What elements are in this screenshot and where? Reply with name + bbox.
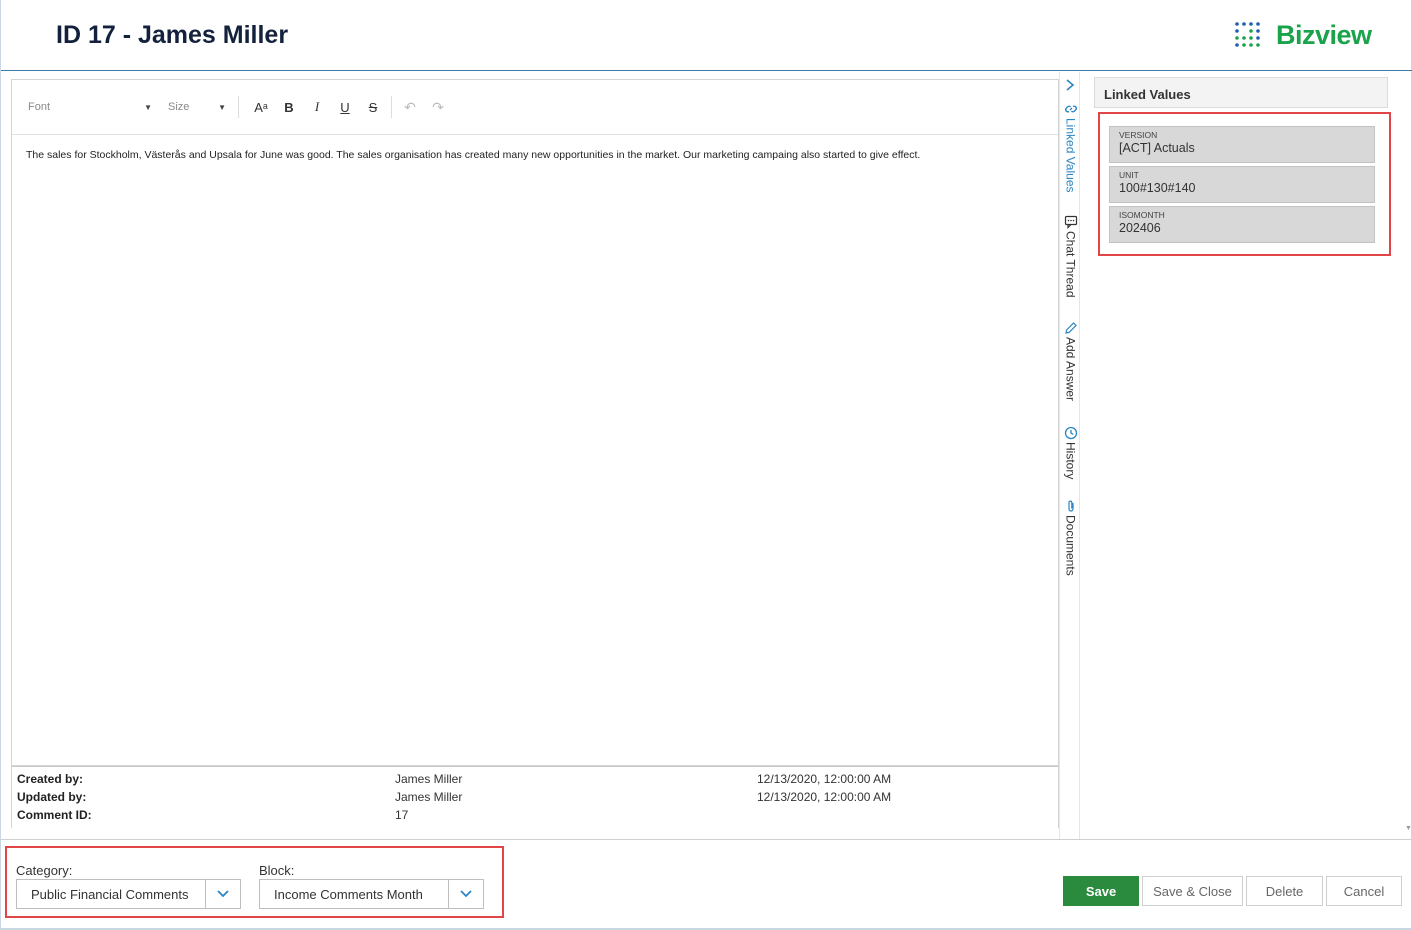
created-by-name: James Miller bbox=[395, 772, 463, 786]
linked-values-panel: Linked Values VERSION [ACT] Actuals UNIT… bbox=[1094, 77, 1391, 837]
linked-value-value: 100#130#140 bbox=[1119, 181, 1196, 195]
created-date: 12/13/2020, 12:00:00 AM bbox=[757, 772, 892, 786]
linked-value-value: [ACT] Actuals bbox=[1119, 141, 1195, 155]
linked-value-label: UNIT bbox=[1119, 170, 1139, 180]
tab-label: History bbox=[1063, 442, 1078, 480]
size-select-label: Size bbox=[168, 101, 190, 113]
tab-chat-thread[interactable]: Chat Thread bbox=[1060, 215, 1081, 298]
font-color-button[interactable]: Aᵃ bbox=[247, 100, 275, 115]
undo-button[interactable]: ↶ bbox=[396, 99, 424, 116]
linked-value-label: ISOMONTH bbox=[1119, 210, 1165, 220]
tab-linked-values[interactable]: Linked Values bbox=[1060, 102, 1081, 193]
comment-meta: Created by: James Miller 12/13/2020, 12:… bbox=[11, 766, 1059, 828]
toolbar-divider bbox=[391, 96, 392, 118]
created-by-label: Created by: bbox=[17, 772, 84, 786]
footer-divider bbox=[1, 839, 1412, 840]
caret-down-icon: ▼ bbox=[144, 102, 152, 112]
block-value: Income Comments Month bbox=[274, 887, 423, 902]
caret-down-icon: ▼ bbox=[218, 102, 226, 112]
italic-button[interactable]: I bbox=[303, 99, 331, 115]
category-label: Category: bbox=[16, 863, 73, 878]
linked-values-highlight: VERSION [ACT] Actuals UNIT 100#130#140 I… bbox=[1098, 112, 1391, 256]
paperclip-icon bbox=[1067, 500, 1074, 512]
comment-id-label: Comment ID: bbox=[17, 808, 92, 822]
tab-label: Linked Values bbox=[1063, 118, 1078, 193]
strikethrough-button[interactable]: S bbox=[359, 100, 387, 115]
linked-value-unit: UNIT 100#130#140 bbox=[1109, 166, 1375, 203]
link-icon bbox=[1064, 105, 1077, 113]
updated-by-label: Updated by: bbox=[17, 790, 87, 804]
updated-by-name: James Miller bbox=[395, 790, 463, 804]
page-title: ID 17 - James Miller bbox=[56, 21, 289, 49]
tab-label: Documents bbox=[1063, 515, 1078, 576]
category-value: Public Financial Comments bbox=[31, 887, 189, 902]
comment-id-value: 17 bbox=[395, 808, 409, 822]
block-dropdown-button[interactable] bbox=[448, 880, 483, 908]
chevron-right-icon[interactable] bbox=[1063, 78, 1077, 92]
tab-label: Add Answer bbox=[1063, 337, 1078, 402]
underline-button[interactable]: U bbox=[331, 100, 359, 115]
cancel-button[interactable]: Cancel bbox=[1326, 876, 1402, 906]
block-label: Block: bbox=[259, 863, 295, 878]
updated-date: 12/13/2020, 12:00:00 AM bbox=[757, 790, 892, 804]
scroll-down-arrow[interactable]: ▼ bbox=[1405, 825, 1412, 832]
font-select[interactable]: Font ▼ bbox=[28, 101, 152, 113]
dialog-header: ID 17 - James Miller Bizview bbox=[1, 0, 1412, 71]
toolbar-divider bbox=[238, 96, 239, 118]
block-select[interactable]: Income Comments Month bbox=[259, 879, 484, 909]
history-icon bbox=[1064, 426, 1077, 440]
chevron-down-icon bbox=[217, 890, 229, 898]
rich-text-editor: Font ▼ Size ▼ Aᵃ B I U S ↶ ↷ The sales f… bbox=[11, 79, 1059, 766]
redo-button[interactable]: ↷ bbox=[424, 99, 452, 116]
bizview-logo: Bizview bbox=[1234, 20, 1372, 51]
linked-value-label: VERSION bbox=[1119, 130, 1158, 140]
linked-value-value: 202406 bbox=[1119, 221, 1161, 235]
editor-toolbar: Font ▼ Size ▼ Aᵃ B I U S ↶ ↷ bbox=[12, 80, 1058, 135]
linked-value-version: VERSION [ACT] Actuals bbox=[1109, 126, 1375, 163]
font-select-label: Font bbox=[28, 101, 51, 113]
tab-history[interactable]: History bbox=[1060, 426, 1081, 479]
tab-documents[interactable]: Documents bbox=[1060, 499, 1081, 576]
size-select[interactable]: Size ▼ bbox=[168, 101, 226, 113]
save-button[interactable]: Save bbox=[1063, 876, 1139, 906]
bizview-logo-icon bbox=[1235, 21, 1260, 47]
category-block-highlight: Category: Public Financial Comments Bloc… bbox=[5, 846, 504, 918]
chevron-down-icon bbox=[460, 890, 472, 898]
bold-button[interactable]: B bbox=[275, 100, 303, 115]
category-dropdown-button[interactable] bbox=[205, 880, 240, 908]
linked-values-title: Linked Values bbox=[1094, 77, 1388, 108]
category-select[interactable]: Public Financial Comments bbox=[16, 879, 241, 909]
tab-add-answer[interactable]: Add Answer bbox=[1060, 321, 1081, 401]
tab-label: Chat Thread bbox=[1063, 231, 1078, 298]
side-tab-strip: Linked Values Chat Thread Add Answer His… bbox=[1059, 72, 1080, 839]
comment-dialog: ID 17 - James Miller Bizview Font ▼ Size… bbox=[0, 0, 1412, 930]
linked-value-isomonth: ISOMONTH 202406 bbox=[1109, 206, 1375, 243]
logo-text: Bizview bbox=[1276, 20, 1372, 50]
delete-button[interactable]: Delete bbox=[1246, 876, 1323, 906]
pencil-icon bbox=[1064, 322, 1077, 334]
save-close-button[interactable]: Save & Close bbox=[1142, 876, 1243, 906]
chat-icon bbox=[1064, 215, 1077, 229]
editor-content[interactable]: The sales for Stockholm, Västerås and Up… bbox=[26, 149, 920, 161]
